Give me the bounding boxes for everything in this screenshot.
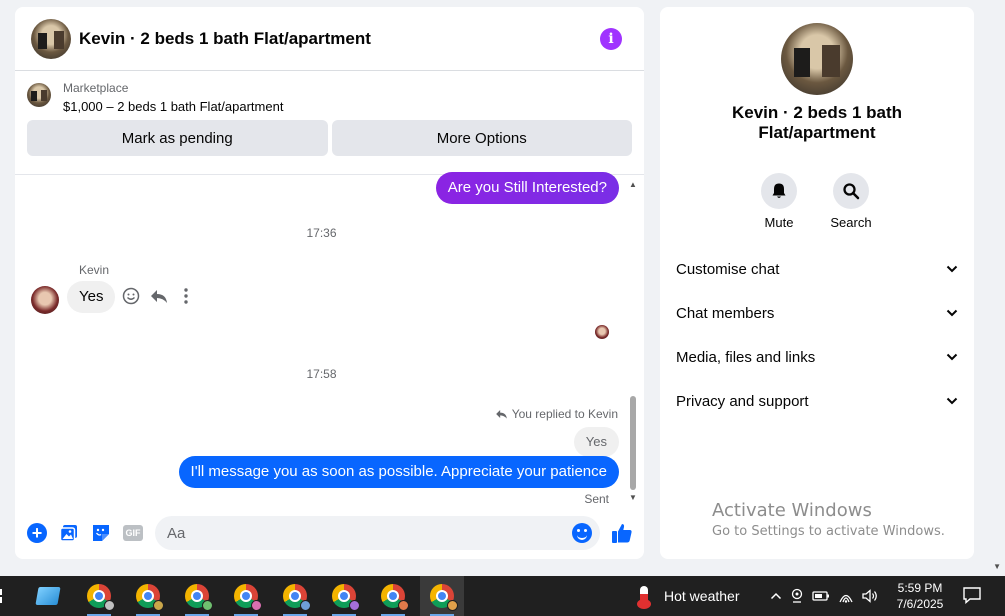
gallery-icon[interactable] [57, 521, 81, 545]
chat-header: Kevin · 2 beds 1 bath Flat/apartment i [15, 7, 644, 71]
section-label: Customise chat [676, 260, 780, 278]
notes-app-icon[interactable] [26, 576, 70, 616]
react-icon[interactable] [122, 287, 140, 310]
incoming-message[interactable]: Yes [67, 281, 116, 313]
more-options-button[interactable]: More Options [331, 120, 632, 156]
marketplace-actions: Mark as pending More Options [15, 114, 644, 156]
marketplace-label: Marketplace [63, 81, 129, 95]
outgoing-message[interactable]: I'll message you as soon as possible. Ap… [178, 456, 619, 488]
taskbar: Hot weather 5:59 PM 7/6/2025 [0, 576, 1005, 616]
replied-note: You replied to Kevin [495, 407, 618, 421]
seen-avatar [595, 325, 609, 339]
mute-button[interactable]: Mute [749, 173, 809, 230]
message-input-wrapper [155, 516, 600, 550]
webcam-icon[interactable] [790, 588, 804, 604]
profile-avatar[interactable] [781, 23, 853, 95]
composer: + GIF [15, 507, 644, 559]
chevron-down-icon [946, 265, 958, 273]
chat-panel: Kevin · 2 beds 1 bath Flat/apartment i M… [15, 7, 644, 559]
message-list: Are you Still Interested? 17:36 Kevin Ye… [15, 172, 628, 507]
chrome-icon[interactable] [77, 576, 121, 616]
more-icon[interactable] [183, 287, 189, 310]
chevron-up-icon[interactable] [770, 590, 782, 602]
message-status: Sent [584, 492, 609, 506]
chevron-down-icon [946, 309, 958, 317]
section-label: Chat members [676, 304, 775, 322]
chrome-icon[interactable] [175, 576, 219, 616]
section-privacy-support[interactable]: Privacy and support [676, 379, 958, 423]
section-chat-members[interactable]: Chat members [676, 291, 958, 335]
chrome-icon[interactable] [420, 576, 464, 616]
section-media-files-links[interactable]: Media, files and links [676, 335, 958, 379]
watermark-subtitle: Go to Settings to activate Windows. [712, 524, 945, 539]
system-clock[interactable]: 5:59 PM 7/6/2025 [888, 580, 952, 612]
system-tray [770, 576, 878, 616]
notification-icon[interactable] [962, 586, 982, 604]
scroll-thumb[interactable] [630, 396, 636, 490]
search-label: Search [830, 215, 872, 230]
chrome-icon[interactable] [224, 576, 268, 616]
chat-title[interactable]: Kevin · 2 beds 1 bath Flat/apartment [79, 29, 371, 49]
sender-name: Kevin [79, 263, 110, 277]
battery-icon[interactable] [812, 590, 830, 602]
gif-icon[interactable]: GIF [121, 521, 145, 545]
quoted-message[interactable]: Yes [573, 427, 619, 457]
wifi-icon[interactable] [838, 589, 854, 603]
profile-name: Kevin · 2 beds 1 bath Flat/apartment [731, 103, 903, 142]
info-icon[interactable]: i [600, 28, 622, 50]
bell-icon [772, 183, 786, 198]
replied-note-text: You replied to Kevin [511, 407, 618, 421]
section-customise-chat[interactable]: Customise chat [676, 247, 958, 291]
thumbs-up-icon[interactable] [610, 521, 634, 545]
emoji-icon[interactable] [572, 523, 592, 543]
scrollbar[interactable]: ▲ ▼ [628, 177, 638, 505]
chevron-down-icon [946, 397, 958, 405]
clock-time: 5:59 PM [897, 581, 943, 595]
chevron-down-icon [946, 353, 958, 361]
conversation-info-panel: Kevin · 2 beds 1 bath Flat/apartment Mut… [660, 7, 974, 559]
chrome-icon[interactable] [322, 576, 366, 616]
start-icon[interactable] [0, 576, 10, 616]
search-icon [843, 183, 860, 200]
plus-icon[interactable]: + [25, 521, 49, 545]
reply-icon[interactable] [150, 287, 168, 310]
scroll-up-arrow[interactable]: ▲ [628, 180, 638, 190]
listing-price-title: $1,000 – 2 beds 1 bath Flat/apartment [63, 99, 284, 114]
thermometer-icon [637, 586, 651, 609]
listing-avatar[interactable] [31, 18, 71, 59]
search-button[interactable]: Search [821, 173, 881, 230]
page-scroll-down-arrow[interactable]: ▼ [993, 562, 1001, 571]
listing-thumbnail [27, 83, 51, 107]
mute-label: Mute [764, 215, 794, 230]
sender-avatar[interactable] [31, 286, 59, 314]
weather-text: Hot weather [664, 588, 740, 604]
weather-widget[interactable]: Hot weather [637, 576, 740, 616]
chrome-icon[interactable] [371, 576, 415, 616]
watermark-title: Activate Windows [712, 500, 872, 521]
mark-as-pending-button[interactable]: Mark as pending [27, 120, 328, 156]
chrome-icon[interactable] [126, 576, 170, 616]
timestamp: 17:36 [306, 226, 337, 240]
reply-icon [495, 410, 507, 419]
marketplace-banner[interactable]: Marketplace $1,000 – 2 beds 1 bath Flat/… [15, 71, 644, 114]
sticker-icon[interactable] [89, 521, 113, 545]
activate-windows-watermark: Activate Windows Go to Settings to activ… [712, 500, 945, 539]
section-label: Privacy and support [676, 392, 809, 410]
timestamp: 17:58 [306, 367, 337, 381]
message-input[interactable] [167, 524, 572, 542]
scroll-down-arrow[interactable]: ▼ [628, 493, 638, 503]
outgoing-message[interactable]: Are you Still Interested? [435, 172, 619, 204]
section-label: Media, files and links [676, 348, 816, 366]
clock-date: 7/6/2025 [896, 597, 944, 611]
chrome-icon[interactable] [273, 576, 317, 616]
speaker-icon[interactable] [862, 589, 878, 603]
